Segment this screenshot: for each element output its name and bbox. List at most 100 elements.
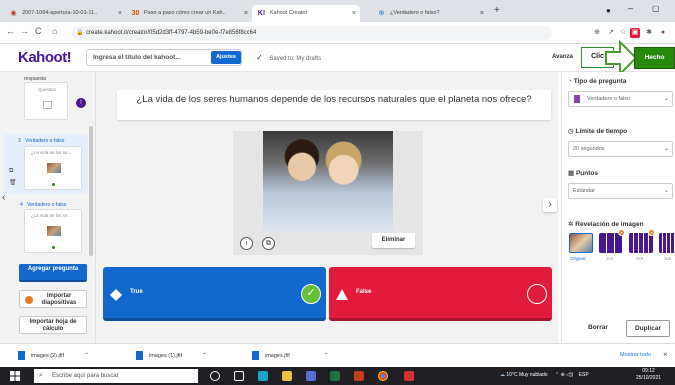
reload-icon[interactable]: C xyxy=(35,26,42,36)
browser-tab-2[interactable]: 30 Paso a paso cómo crear un Kah.. × xyxy=(126,5,252,22)
question-type-select[interactable]: Verdadero o falso ⌄ xyxy=(568,91,673,107)
slide-thumbnail[interactable]: Question xyxy=(24,82,68,120)
kahoot-logo[interactable]: Kahoot! xyxy=(18,49,72,66)
settings-button[interactable]: Ajustes xyxy=(211,51,241,64)
home-icon[interactable]: ⌂ xyxy=(52,26,57,36)
chevron-up-icon[interactable]: ⌃ xyxy=(202,353,207,359)
close-downloads-icon[interactable]: × xyxy=(663,350,668,359)
next-panel-button[interactable]: › xyxy=(543,198,557,212)
time-limit-select[interactable]: 20 segundos ⌄ xyxy=(568,141,673,157)
slide-list-panel: respuesta Question ! 3 Verdadero o falso… xyxy=(0,72,96,343)
browser-tab-1[interactable]: ◉ 2007-1094-apertura-10-01-11.. × xyxy=(4,5,126,22)
puzzle-icon[interactable]: ✱ xyxy=(644,28,654,38)
image-reveal-title: ✲ Revelación de imagen xyxy=(568,220,644,228)
system-clock[interactable]: 09:12 25/10/2021 xyxy=(636,368,661,382)
chevron-up-icon[interactable]: ⌃ xyxy=(84,353,89,359)
delete-image-button[interactable]: Eliminar xyxy=(372,233,415,248)
close-tab-icon[interactable]: × xyxy=(118,5,122,22)
download-item[interactable]: images (2).jfif ⌃ xyxy=(18,351,89,360)
close-tab-icon[interactable]: × xyxy=(480,5,484,22)
chevron-up-icon[interactable]: ⌃ xyxy=(324,353,329,359)
add-question-button[interactable]: Agregar pregunta xyxy=(19,264,87,282)
minimize-icon[interactable]: – xyxy=(628,3,633,13)
show-all-downloads[interactable]: Mostrar todo xyxy=(620,352,651,358)
import-spreadsheet-button[interactable]: Importar hoja de cálculo xyxy=(19,316,87,334)
points-title-text: Puntos xyxy=(575,170,598,177)
duplicate-slide-icon[interactable]: ⧉ xyxy=(9,168,13,175)
taskbar-search-input[interactable]: ⌕ Escribe aquí para buscar xyxy=(34,369,198,383)
chevron-down-icon: ⌄ xyxy=(663,188,669,194)
correct-check-icon[interactable]: ✓ xyxy=(301,284,321,304)
browser-tab-4[interactable]: ⊕ ¿Verdadero o falso? × xyxy=(372,5,488,22)
tray-icons[interactable]: ⌃ ⊕ ◁)) xyxy=(555,372,573,378)
weather-text[interactable]: 10°C Muy nublado xyxy=(506,372,547,378)
edge-icon[interactable] xyxy=(258,371,268,381)
taskbar-search-placeholder: Escribe aquí para buscar xyxy=(52,373,119,379)
favicon-icon: ◉ xyxy=(10,10,17,17)
powerpoint-icon[interactable] xyxy=(354,371,364,381)
answer-false[interactable]: False xyxy=(329,267,552,321)
points-select[interactable]: Estándar ⌄ xyxy=(568,183,673,199)
question-input[interactable]: ¿La vida de los seres humanos depende de… xyxy=(117,90,551,120)
collapse-panel-icon[interactable]: ‹ xyxy=(2,192,5,203)
avatar-icon[interactable]: ● xyxy=(658,28,668,38)
reveal-3x5[interactable] xyxy=(629,233,653,253)
time-limit-value: 20 segundos xyxy=(573,146,605,152)
reveal-3x3[interactable] xyxy=(599,233,623,253)
image-file-icon xyxy=(18,351,25,360)
reveal-original[interactable] xyxy=(569,233,593,253)
url-field[interactable]: 🔒 create.kahoot.it/creator/05d2d3ff-4797… xyxy=(72,26,552,40)
delete-question-button[interactable]: Borrar xyxy=(588,324,608,331)
info-icon[interactable]: i xyxy=(240,237,253,250)
done-button[interactable]: Hecho xyxy=(634,47,675,69)
download-item[interactable]: images.jfif ⌃ xyxy=(252,351,329,360)
check-icon: ✓ xyxy=(256,53,263,62)
cortana-icon[interactable] xyxy=(210,371,220,381)
acrobat-icon[interactable] xyxy=(404,371,414,381)
true-false-icon xyxy=(574,95,580,103)
windows-start-icon[interactable] xyxy=(10,371,20,381)
star-icon[interactable]: ☆ xyxy=(618,28,628,38)
download-filename: images (2).jfif xyxy=(31,352,65,359)
close-tab-icon[interactable]: × xyxy=(352,5,356,22)
premium-badge: ✦ xyxy=(618,229,625,236)
share-icon[interactable]: ↗ xyxy=(606,28,616,38)
favicon-icon: 30 xyxy=(131,10,140,17)
import-slides-button[interactable]: Importar diapositivas xyxy=(19,290,87,308)
downloads-bar: images (2).jfif ⌃ images (1).jfif ⌃ images… xyxy=(0,343,675,367)
back-icon[interactable]: ← xyxy=(6,26,15,36)
browser-tab-3[interactable]: K! Kahoot Creator × xyxy=(252,5,360,22)
chrome-icon[interactable] xyxy=(378,371,388,381)
profile-icon[interactable]: ● xyxy=(606,6,611,15)
download-item[interactable]: images (1).jfif ⌃ xyxy=(136,351,207,360)
clock-date: 25/10/2021 xyxy=(636,375,662,381)
zoom-icon[interactable]: ⊕ xyxy=(592,28,602,38)
task-view-icon[interactable] xyxy=(234,371,244,381)
mark-correct-circle[interactable] xyxy=(527,284,547,304)
excel-icon[interactable] xyxy=(330,371,340,381)
answer-label: True xyxy=(130,289,143,295)
question-type-title: ◔ Tipo de pregunta xyxy=(568,78,626,85)
scrollbar[interactable] xyxy=(89,126,93,256)
extension-icon[interactable]: ▣ xyxy=(630,28,640,38)
delete-slide-icon[interactable]: 🗑 xyxy=(9,179,17,186)
maximize-icon[interactable]: ▢ xyxy=(652,4,660,13)
crop-icon[interactable]: ⧉ xyxy=(262,237,275,250)
answer-true[interactable]: True ✓ xyxy=(103,267,326,321)
clock-icon: ◷ xyxy=(568,128,574,135)
language-indicator[interactable]: ESP xyxy=(579,372,589,378)
slide-type: Verdadero o falso xyxy=(25,138,65,144)
slide-thumbnail[interactable]: ¿La vida de los se... xyxy=(24,146,82,190)
reveal-3x6[interactable] xyxy=(659,233,675,253)
forward-icon[interactable]: → xyxy=(20,26,29,36)
points-icon: ▦ xyxy=(568,170,575,177)
advanced-link[interactable]: Avanza xyxy=(552,54,573,60)
slide-thumbnail[interactable]: ¿La vida de los se... xyxy=(24,209,82,253)
file-explorer-icon[interactable] xyxy=(282,371,292,381)
duplicate-question-button[interactable]: Duplicar xyxy=(626,320,670,337)
close-tab-icon[interactable]: × xyxy=(244,5,248,22)
question-type-value: Verdadero o falso xyxy=(587,96,631,102)
points-value: Estándar xyxy=(573,188,596,194)
new-tab-icon[interactable]: + xyxy=(494,5,500,16)
store-icon[interactable] xyxy=(306,371,316,381)
